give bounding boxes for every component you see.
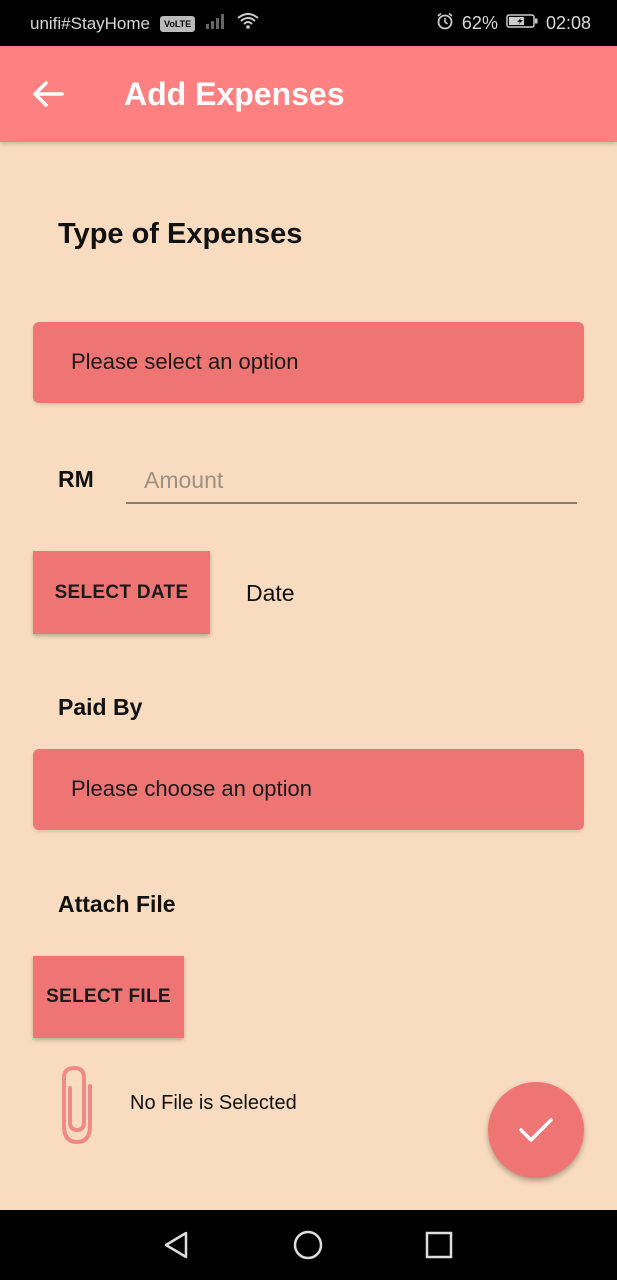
wifi-icon bbox=[237, 13, 259, 34]
app-bar: Add Expenses bbox=[0, 46, 617, 142]
carrier-name: unifi#StayHome bbox=[30, 13, 151, 33]
nav-home-button[interactable] bbox=[290, 1227, 326, 1263]
triangle-back-icon bbox=[164, 1231, 188, 1259]
attach-file-label: Attach File bbox=[58, 891, 176, 917]
status-right: 62% 02:08 bbox=[436, 12, 591, 35]
status-time: 02:08 bbox=[545, 13, 591, 33]
back-button[interactable] bbox=[28, 74, 68, 114]
square-recent-icon bbox=[425, 1231, 453, 1259]
signal-icon bbox=[205, 13, 227, 34]
nav-recent-button[interactable] bbox=[421, 1227, 457, 1263]
amount-input[interactable] bbox=[126, 458, 577, 504]
expense-type-dropdown[interactable]: Please select an option bbox=[33, 322, 584, 403]
paid-by-label: Paid By bbox=[58, 694, 143, 720]
form-content: Type of Expenses Please select an option… bbox=[0, 142, 617, 1210]
alarm-icon bbox=[436, 12, 454, 35]
select-file-button[interactable]: SELECT FILE bbox=[33, 956, 184, 1038]
select-date-button[interactable]: SELECT DATE bbox=[33, 551, 210, 634]
paperclip-icon bbox=[56, 1064, 100, 1151]
arrow-left-icon bbox=[33, 81, 64, 107]
date-value: Date bbox=[246, 580, 295, 606]
paid-by-value: Please choose an option bbox=[71, 776, 312, 801]
status-bar: unifi#StayHome VoLTE 62% 02:08 bbox=[0, 0, 617, 46]
paid-by-dropdown[interactable]: Please choose an option bbox=[33, 749, 584, 830]
status-left: unifi#StayHome VoLTE bbox=[30, 13, 259, 34]
circle-home-icon bbox=[293, 1230, 323, 1260]
type-of-expenses-label: Type of Expenses bbox=[58, 218, 303, 250]
system-nav-bar bbox=[0, 1210, 617, 1280]
volte-badge: VoLTE bbox=[160, 15, 196, 32]
battery-percent: 62% bbox=[461, 13, 498, 33]
check-icon bbox=[519, 1118, 553, 1142]
nav-back-button[interactable] bbox=[158, 1227, 194, 1263]
page-title: Add Expenses bbox=[124, 76, 345, 112]
submit-fab-button[interactable] bbox=[488, 1082, 584, 1178]
battery-icon bbox=[506, 13, 538, 34]
expense-type-value: Please select an option bbox=[71, 349, 299, 374]
file-status-text: No File is Selected bbox=[130, 1092, 297, 1114]
currency-label: RM bbox=[58, 466, 94, 492]
